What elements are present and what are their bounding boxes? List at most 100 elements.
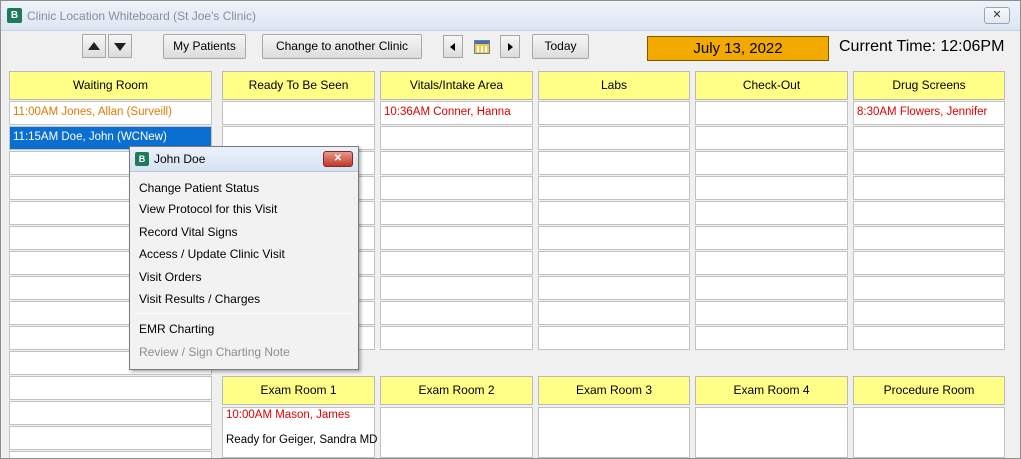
check-out-row[interactable] xyxy=(695,176,848,200)
column-header-check-out: Check-Out xyxy=(695,71,848,100)
drug-screens-row[interactable] xyxy=(853,251,1005,275)
vitals-intake-row[interactable] xyxy=(380,276,533,300)
drug-screens-row[interactable] xyxy=(853,276,1005,300)
vitals-intake-row[interactable] xyxy=(380,201,533,225)
vitals-intake-row[interactable]: 10:36AM Conner, Hanna xyxy=(380,101,533,125)
check-out-row[interactable] xyxy=(695,226,848,250)
drug-screens-row[interactable] xyxy=(853,201,1005,225)
waiting-room-row[interactable]: 11:00AM Jones, Allan (Surveill) xyxy=(9,101,212,125)
menu-separator xyxy=(135,313,353,314)
exam-room-2-panel[interactable] xyxy=(380,407,533,458)
vitals-intake-row[interactable] xyxy=(380,151,533,175)
app-icon: B xyxy=(7,8,22,23)
exam-room-1-panel[interactable]: 10:00AM Mason, James Ready for Geiger, S… xyxy=(222,407,378,458)
context-menu-close-button[interactable]: ✕ xyxy=(323,151,353,167)
change-clinic-button[interactable]: Change to another Clinic xyxy=(262,34,422,59)
waiting-room-row[interactable] xyxy=(9,376,212,400)
drug-screens-row[interactable] xyxy=(853,301,1005,325)
room-header-exam-room-2: Exam Room 2 xyxy=(380,376,533,405)
menu-item-visit-orders[interactable]: Visit Orders xyxy=(139,270,201,284)
labs-row[interactable] xyxy=(538,176,690,200)
check-out-row[interactable] xyxy=(695,126,848,150)
current-date-display: July 13, 2022 xyxy=(647,36,829,61)
labs-row[interactable] xyxy=(538,151,690,175)
column-header-ready-to-be-seen: Ready To Be Seen xyxy=(222,71,375,100)
check-out-row[interactable] xyxy=(695,201,848,225)
ready-to-be-seen-row[interactable] xyxy=(222,101,375,125)
exam-room-1-status: Ready for Geiger, Sandra MD xyxy=(226,434,378,446)
chevron-right-icon xyxy=(508,43,513,51)
next-date-button[interactable] xyxy=(500,35,520,58)
context-menu-title-bar: B John Doe ✕ xyxy=(130,147,358,172)
check-out-row[interactable] xyxy=(695,301,848,325)
check-out-row[interactable] xyxy=(695,276,848,300)
waiting-room-row[interactable] xyxy=(9,451,212,458)
check-out-row[interactable] xyxy=(695,101,848,125)
menu-item-record-vital-signs[interactable]: Record Vital Signs xyxy=(139,225,238,239)
current-time: Current Time: 12:06PM xyxy=(839,38,1005,55)
exam-room-1-patient: 10:00AM Mason, James xyxy=(226,409,351,421)
drug-screens-row[interactable] xyxy=(853,126,1005,150)
menu-item-emr-charting[interactable]: EMR Charting xyxy=(139,322,214,336)
room-header-exam-room-1: Exam Room 1 xyxy=(222,376,375,405)
vitals-intake-row[interactable] xyxy=(380,126,533,150)
chevron-left-icon xyxy=(450,43,455,51)
vitals-intake-row[interactable] xyxy=(380,326,533,350)
room-header-exam-room-4: Exam Room 4 xyxy=(695,376,848,405)
waiting-room-row[interactable] xyxy=(9,426,212,450)
vitals-intake-row[interactable] xyxy=(380,226,533,250)
my-patients-label: My Patients xyxy=(173,39,236,53)
labs-row[interactable] xyxy=(538,126,690,150)
app-icon: B xyxy=(135,152,149,166)
exam-room-3-panel[interactable] xyxy=(538,407,690,458)
labs-row[interactable] xyxy=(538,301,690,325)
menu-item-view-protocol[interactable]: View Protocol for this Visit xyxy=(139,202,277,216)
calendar-icon[interactable] xyxy=(474,40,490,54)
arrow-down-icon xyxy=(114,43,126,51)
check-out-row[interactable] xyxy=(695,326,848,350)
vitals-intake-row[interactable] xyxy=(380,301,533,325)
context-menu-patient-name: John Doe xyxy=(154,152,206,166)
labs-row[interactable] xyxy=(538,226,690,250)
menu-item-visit-results-charges[interactable]: Visit Results / Charges xyxy=(139,292,260,306)
today-label: Today xyxy=(544,39,577,53)
column-header-drug-screens: Drug Screens xyxy=(853,71,1005,100)
today-button[interactable]: Today xyxy=(532,34,589,59)
drug-screens-row[interactable] xyxy=(853,151,1005,175)
menu-item-update-clinic-visit[interactable]: Access / Update Clinic Visit xyxy=(139,247,285,261)
room-header-exam-room-3: Exam Room 3 xyxy=(538,376,690,405)
labs-row[interactable] xyxy=(538,276,690,300)
window-title: Clinic Location Whiteboard (St Joe's Cli… xyxy=(27,9,257,23)
column-header-waiting-room: Waiting Room xyxy=(9,71,212,100)
exam-room-4-panel[interactable] xyxy=(695,407,848,458)
change-clinic-label: Change to another Clinic xyxy=(275,39,409,53)
previous-date-button[interactable] xyxy=(443,35,463,58)
labs-row[interactable] xyxy=(538,101,690,125)
patient-context-menu: B John Doe ✕ Change Patient Status View … xyxy=(129,146,359,370)
drug-screens-row[interactable]: 8:30AM Flowers, Jennifer xyxy=(853,101,1005,125)
move-down-button[interactable] xyxy=(108,34,132,58)
column-header-vitals-intake: Vitals/Intake Area xyxy=(380,71,533,100)
arrow-up-icon xyxy=(88,42,100,50)
check-out-row[interactable] xyxy=(695,151,848,175)
check-out-row[interactable] xyxy=(695,251,848,275)
drug-screens-row[interactable] xyxy=(853,326,1005,350)
drug-screens-row[interactable] xyxy=(853,176,1005,200)
labs-row[interactable] xyxy=(538,326,690,350)
vitals-intake-row[interactable] xyxy=(380,176,533,200)
move-up-button[interactable] xyxy=(82,34,106,58)
clinic-whiteboard-window: B Clinic Location Whiteboard (St Joe's C… xyxy=(0,0,1021,459)
menu-item-change-patient-status[interactable]: Change Patient Status xyxy=(139,181,259,195)
labs-row[interactable] xyxy=(538,201,690,225)
my-patients-button[interactable]: My Patients xyxy=(163,34,246,59)
column-header-labs: Labs xyxy=(538,71,690,100)
waiting-room-row[interactable] xyxy=(9,401,212,425)
title-bar: B Clinic Location Whiteboard (St Joe's C… xyxy=(1,1,1020,31)
labs-row[interactable] xyxy=(538,251,690,275)
vitals-intake-row[interactable] xyxy=(380,251,533,275)
procedure-room-panel[interactable] xyxy=(853,407,1005,458)
drug-screens-row[interactable] xyxy=(853,226,1005,250)
room-header-procedure-room: Procedure Room xyxy=(853,376,1005,405)
window-close-button[interactable]: ✕ xyxy=(984,7,1010,24)
menu-item-review-sign-charting-note: Review / Sign Charting Note xyxy=(139,345,290,359)
